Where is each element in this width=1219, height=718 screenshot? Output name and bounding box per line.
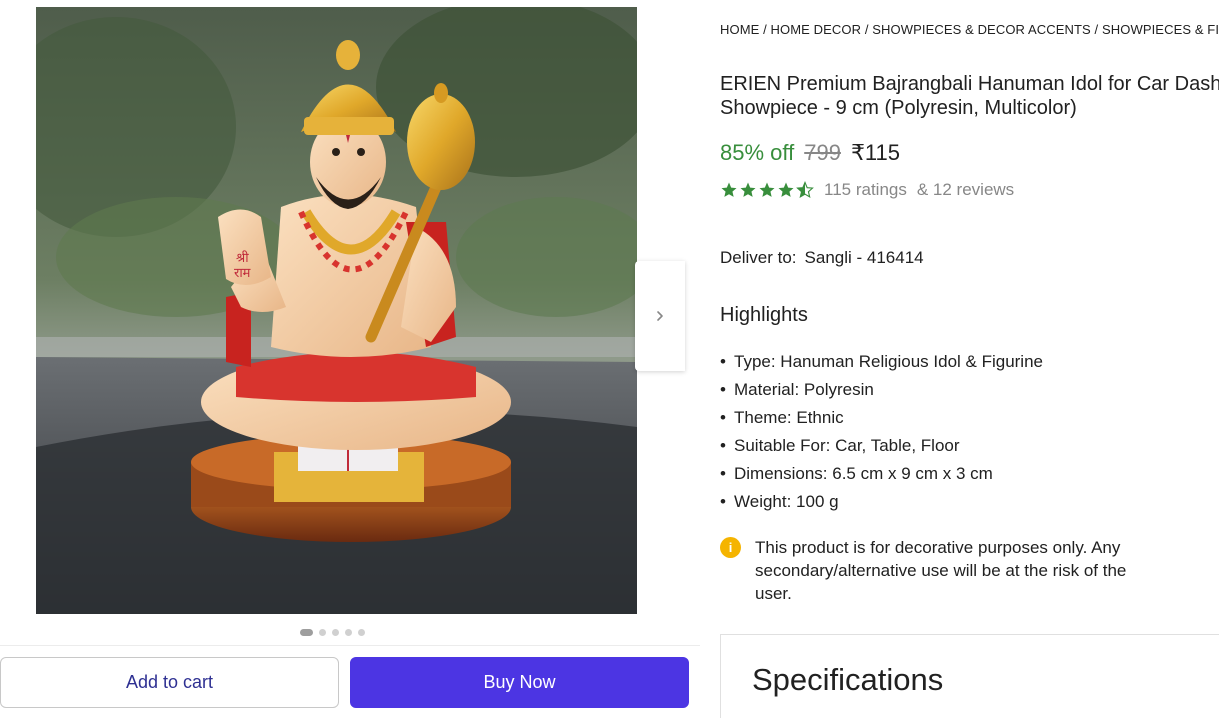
- image-carousel-dots: [300, 629, 365, 636]
- deliver-pincode[interactable]: Sangli - 416414: [805, 248, 924, 267]
- carousel-dot[interactable]: [300, 629, 313, 636]
- decorative-use-notice: i This product is for decorative purpose…: [720, 536, 1160, 605]
- chevron-right-icon: [657, 311, 663, 321]
- svg-text:श्री: श्री: [236, 250, 249, 266]
- deliver-label: Deliver to:: [720, 248, 797, 267]
- carousel-dot[interactable]: [319, 629, 326, 636]
- next-image-button[interactable]: [635, 261, 685, 371]
- highlights-list: • Type: Hanuman Religious Idol & Figurine…: [720, 348, 1043, 516]
- purchase-action-bar: Add to cart Buy Now: [0, 645, 700, 718]
- breadcrumb-separator: /: [861, 22, 873, 37]
- ratings-count[interactable]: 115 ratings: [824, 180, 907, 200]
- svg-text:राम: राम: [234, 266, 251, 281]
- star-half-icon: [796, 181, 814, 199]
- delivery-location[interactable]: Deliver to: Sangli - 416414: [720, 248, 924, 268]
- star-full-icon: [740, 182, 756, 197]
- product-title: ERIEN Premium Bajrangbali Hanuman Idol f…: [720, 73, 1219, 119]
- highlight-text: Type: Hanuman Religious Idol & Figurine: [734, 352, 1043, 371]
- highlight-item: • Weight: 100 g: [720, 488, 1043, 516]
- breadcrumb-showpieces-figurines[interactable]: SHOWPIECES & FIGURINES: [1102, 22, 1219, 37]
- highlight-item: • Type: Hanuman Religious Idol & Figurine: [720, 348, 1043, 376]
- price-row: 85% off 799 ₹115: [720, 140, 900, 166]
- specifications-section: Specifications: [720, 634, 1219, 718]
- highlight-text: Theme: Ethnic: [734, 408, 844, 427]
- breadcrumb-showpieces-decor-accents[interactable]: SHOWPIECES & DECOR ACCENTS: [872, 22, 1091, 37]
- discount-percent: 85% off: [720, 140, 795, 165]
- notice-text: This product is for decorative purposes …: [755, 538, 1127, 603]
- highlight-text: Suitable For: Car, Table, Floor: [734, 436, 960, 455]
- carousel-dot[interactable]: [358, 629, 365, 636]
- product-image[interactable]: श्री राम: [36, 7, 637, 614]
- highlight-item: • Material: Polyresin: [720, 376, 1043, 404]
- star-full-icon: [778, 182, 794, 197]
- carousel-dot[interactable]: [345, 629, 352, 636]
- star-full-icon: [759, 182, 775, 197]
- highlight-item: • Dimensions: 6.5 cm x 9 cm x 3 cm: [720, 460, 1043, 488]
- carousel-dot[interactable]: [332, 629, 339, 636]
- highlight-item: • Suitable For: Car, Table, Floor: [720, 432, 1043, 460]
- info-icon: i: [720, 537, 741, 558]
- specifications-heading: Specifications: [752, 662, 944, 697]
- star-rating: [720, 181, 814, 199]
- star-full-icon: [721, 182, 737, 197]
- hanuman-idol-photo: श्री राम: [36, 7, 637, 614]
- original-price: 799: [804, 140, 841, 165]
- breadcrumb: HOME / HOME DECOR / SHOWPIECES & DECOR A…: [720, 22, 1219, 37]
- breadcrumb-separator: /: [759, 22, 771, 37]
- reviews-count[interactable]: & 12 reviews: [917, 180, 1014, 200]
- breadcrumb-home-decor[interactable]: HOME DECOR: [771, 22, 862, 37]
- highlight-text: Material: Polyresin: [734, 380, 874, 399]
- highlights-heading: Highlights: [720, 304, 808, 326]
- highlight-text: Dimensions: 6.5 cm x 9 cm x 3 cm: [734, 464, 993, 483]
- add-to-cart-button[interactable]: Add to cart: [0, 657, 339, 708]
- breadcrumb-separator: /: [1090, 22, 1102, 37]
- breadcrumb-home[interactable]: HOME: [720, 22, 759, 37]
- buy-now-button[interactable]: Buy Now: [350, 657, 689, 708]
- rating-row[interactable]: 115 ratings & 12 reviews: [720, 180, 1014, 200]
- selling-price: ₹115: [850, 140, 901, 165]
- highlight-text: Weight: 100 g: [734, 492, 839, 511]
- product-details: HOME / HOME DECOR / SHOWPIECES & DECOR A…: [720, 0, 1219, 718]
- highlight-item: • Theme: Ethnic: [720, 404, 1043, 432]
